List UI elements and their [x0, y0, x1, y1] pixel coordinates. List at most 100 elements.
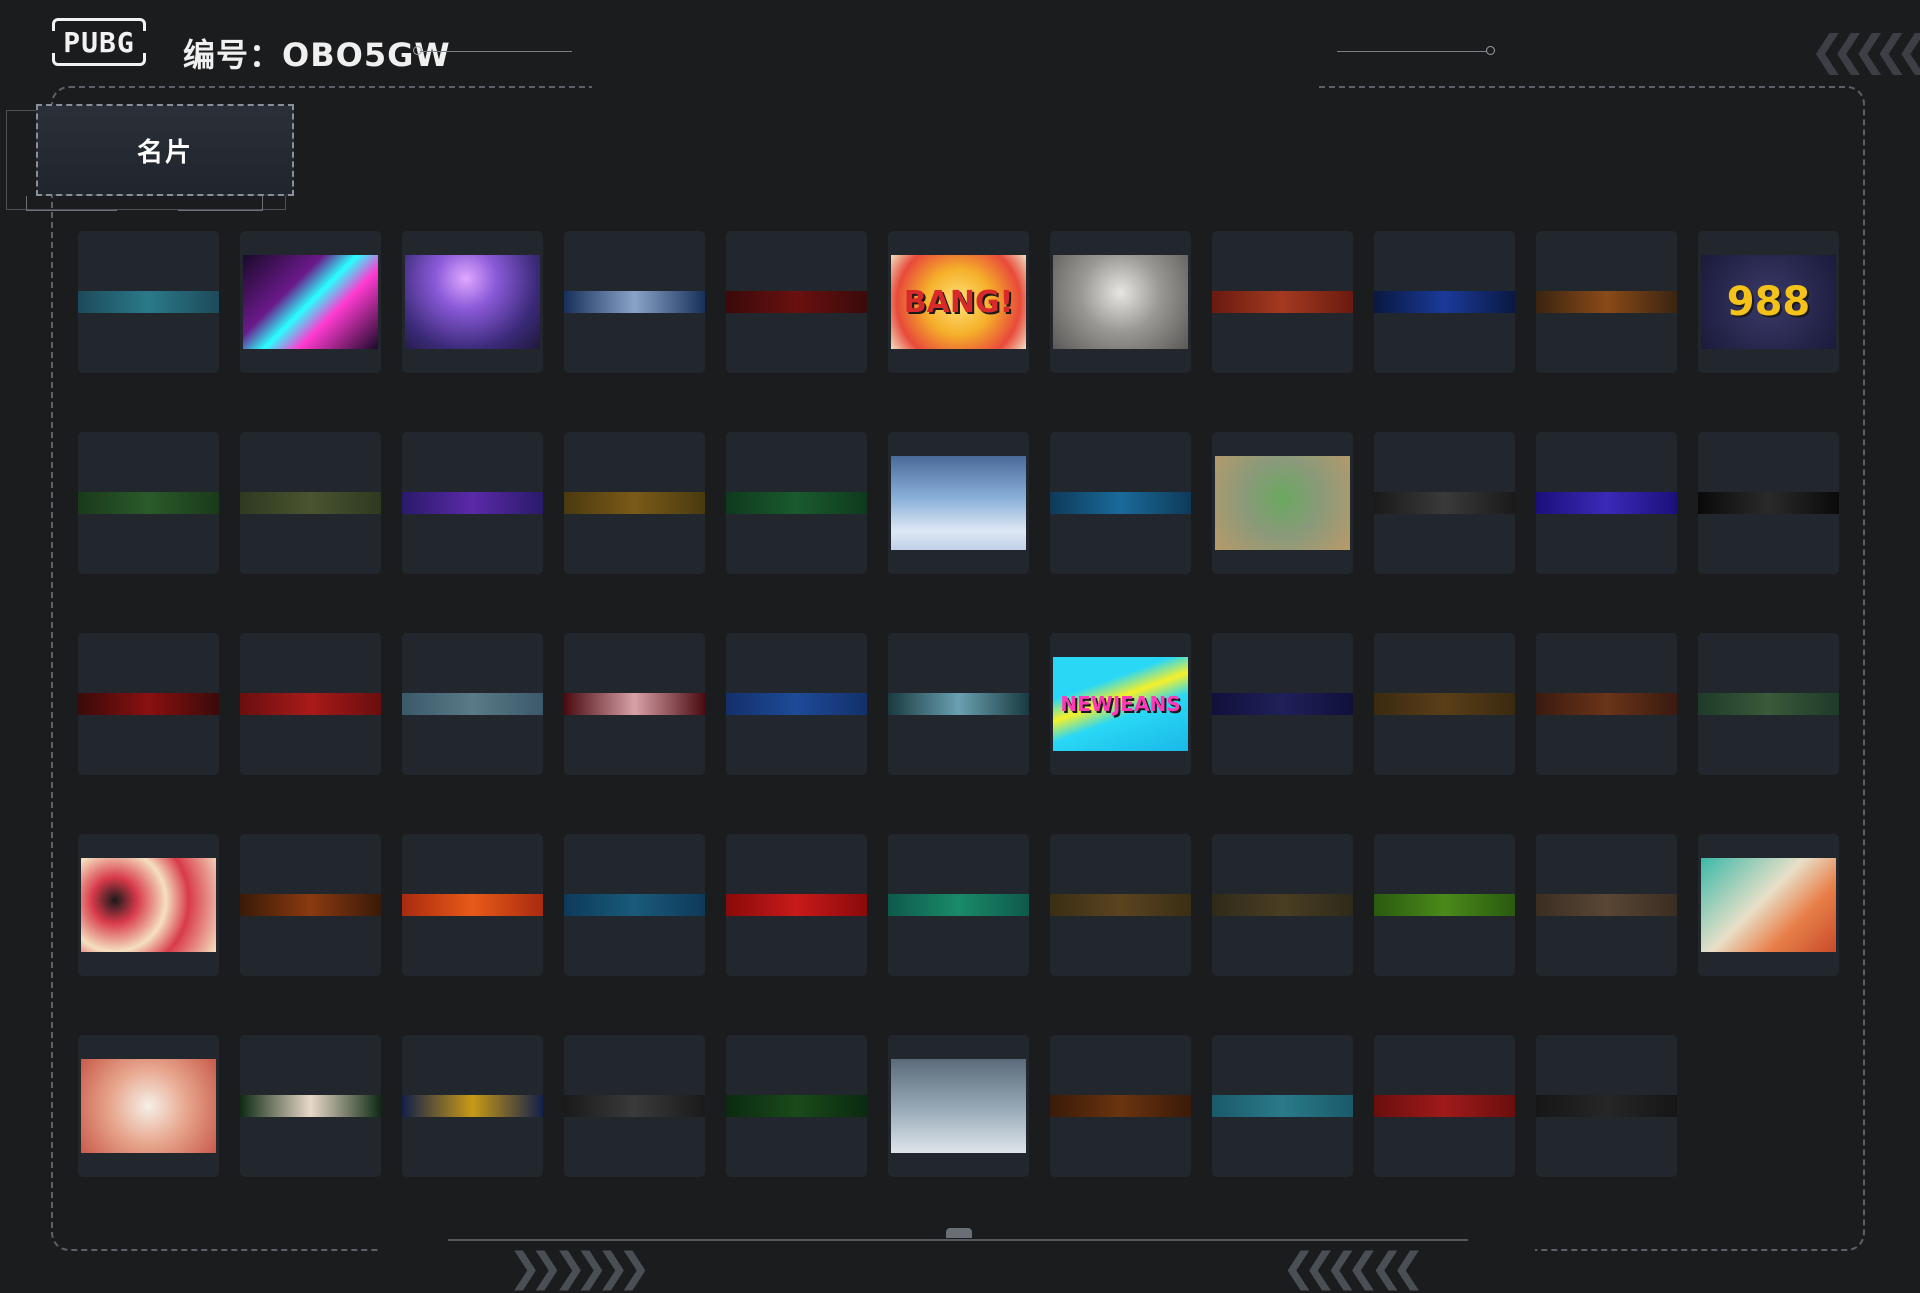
card-thumbnail-strip: [564, 894, 705, 916]
card-thumbnail-image: [1701, 858, 1836, 952]
tab-name-card[interactable]: 名片: [36, 104, 294, 196]
card-thumbnail-strip: [1698, 693, 1839, 715]
name-card-item[interactable]: [726, 432, 867, 574]
name-card-item[interactable]: NEWJEANS: [1050, 633, 1191, 775]
name-card-item[interactable]: [78, 231, 219, 373]
player-id-label: 编号：OBO5GW: [183, 30, 451, 76]
name-card-item[interactable]: [726, 633, 867, 775]
name-card-item[interactable]: [564, 231, 705, 373]
name-card-item[interactable]: [726, 1035, 867, 1177]
name-card-item[interactable]: [402, 834, 543, 976]
card-thumbnail-strip: [1536, 492, 1677, 514]
frame-gap-top: [592, 80, 1318, 94]
name-card-item[interactable]: [1374, 231, 1515, 373]
name-card-item[interactable]: [78, 1035, 219, 1177]
name-card-item[interactable]: [888, 432, 1029, 574]
player-id-prefix: 编号：: [183, 36, 283, 74]
card-thumbnail-strip: [1212, 693, 1353, 715]
name-card-item[interactable]: [1374, 633, 1515, 775]
name-card-item[interactable]: [402, 633, 543, 775]
card-thumbnail-strip: [1536, 894, 1677, 916]
name-card-item[interactable]: [240, 231, 381, 373]
name-card-item[interactable]: [1698, 834, 1839, 976]
name-card-item[interactable]: [240, 834, 381, 976]
name-card-item[interactable]: 988: [1698, 231, 1839, 373]
chevrons-left-icon: ❮❮❮❮ ❮: [1810, 26, 1920, 75]
name-card-item[interactable]: [1374, 834, 1515, 976]
card-thumbnail-strip: [402, 1095, 543, 1117]
name-card-item[interactable]: [1536, 633, 1677, 775]
decor-dot-right: [1486, 46, 1495, 55]
card-thumbnail-text: NEWJEANS: [1060, 692, 1181, 716]
name-card-item[interactable]: [564, 633, 705, 775]
card-thumbnail-strip: [240, 492, 381, 514]
card-thumbnail-strip: [726, 1095, 867, 1117]
bottom-divider: [448, 1239, 1468, 1241]
name-card-item[interactable]: [888, 1035, 1029, 1177]
card-thumbnail-strip: [726, 693, 867, 715]
name-card-item[interactable]: [1050, 432, 1191, 574]
card-thumbnail-strip: [726, 291, 867, 313]
name-card-item[interactable]: [726, 834, 867, 976]
name-card-item[interactable]: [888, 633, 1029, 775]
scroll-handle[interactable]: [946, 1228, 972, 1238]
name-card-item[interactable]: [1698, 432, 1839, 574]
name-card-item[interactable]: [240, 633, 381, 775]
name-card-item[interactable]: [1050, 834, 1191, 976]
name-card-item[interactable]: [1212, 231, 1353, 373]
card-thumbnail-strip: [78, 693, 219, 715]
name-card-item[interactable]: [564, 834, 705, 976]
chevrons-right-icon: ❯❯ ❯❯❯❯: [508, 1245, 651, 1291]
name-card-item[interactable]: BANG!: [888, 231, 1029, 373]
name-card-item[interactable]: [78, 834, 219, 976]
card-thumbnail-strip: [1050, 1095, 1191, 1117]
card-thumbnail-strip: [402, 894, 543, 916]
decor-line-right: [1337, 51, 1487, 52]
name-card-item[interactable]: [240, 432, 381, 574]
card-thumbnail-strip: [240, 1095, 381, 1117]
card-thumbnail-strip: [1212, 1095, 1353, 1117]
name-card-item[interactable]: [1212, 834, 1353, 976]
card-thumbnail-image: [1053, 255, 1188, 349]
card-thumbnail-text: BANG!: [903, 284, 1014, 320]
chevrons-left-icon: ❮❮❮❮ ❮❮: [1282, 1245, 1425, 1291]
name-card-item[interactable]: [1536, 834, 1677, 976]
card-thumbnail-strip: [564, 1095, 705, 1117]
card-thumbnail-strip: [1374, 894, 1515, 916]
card-thumbnail-strip: [78, 291, 219, 313]
name-card-item[interactable]: [1212, 633, 1353, 775]
name-card-item[interactable]: [402, 231, 543, 373]
name-card-item[interactable]: [564, 1035, 705, 1177]
name-card-item[interactable]: [1212, 432, 1353, 574]
card-thumbnail-strip: [402, 492, 543, 514]
card-thumbnail-strip: [726, 894, 867, 916]
card-thumbnail-strip: [564, 693, 705, 715]
card-thumbnail-strip: [888, 894, 1029, 916]
name-card-item[interactable]: [402, 432, 543, 574]
name-card-item[interactable]: [1698, 633, 1839, 775]
card-thumbnail-strip: [78, 492, 219, 514]
card-thumbnail-text: 988: [1726, 279, 1811, 325]
name-card-item[interactable]: [402, 1035, 543, 1177]
card-thumbnail-image: [243, 255, 378, 349]
card-thumbnail-strip: [1536, 291, 1677, 313]
name-card-item[interactable]: [1374, 1035, 1515, 1177]
name-card-item[interactable]: [1536, 1035, 1677, 1177]
name-card-item[interactable]: [1374, 432, 1515, 574]
name-card-item[interactable]: [78, 633, 219, 775]
card-thumbnail-image: [81, 1059, 216, 1153]
name-card-item[interactable]: [1212, 1035, 1353, 1177]
name-card-item[interactable]: [1050, 1035, 1191, 1177]
name-card-item[interactable]: [888, 834, 1029, 976]
name-card-item[interactable]: [726, 231, 867, 373]
name-card-item[interactable]: [564, 432, 705, 574]
name-card-item[interactable]: [1536, 432, 1677, 574]
name-card-item[interactable]: [78, 432, 219, 574]
card-thumbnail-strip: [1050, 492, 1191, 514]
name-card-item[interactable]: [240, 1035, 381, 1177]
card-thumbnail-strip: [1536, 1095, 1677, 1117]
card-thumbnail-image: 988: [1701, 255, 1836, 349]
name-card-item[interactable]: [1536, 231, 1677, 373]
name-card-item[interactable]: [1050, 231, 1191, 373]
card-thumbnail-strip: [888, 693, 1029, 715]
